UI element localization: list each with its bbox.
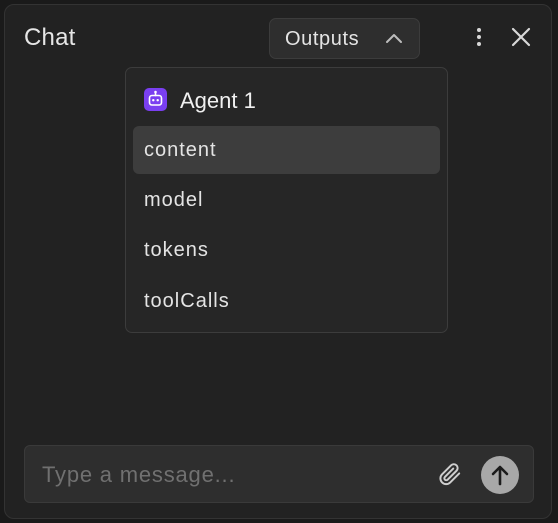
outputs-label: Outputs xyxy=(285,28,360,50)
send-button[interactable] xyxy=(481,456,519,494)
close-icon[interactable] xyxy=(509,25,533,49)
agent-name: Agent 1 xyxy=(180,88,256,113)
chat-panel: Chat Outputs Agent 1 content model token… xyxy=(4,4,552,519)
option-label: content xyxy=(144,139,217,161)
option-content[interactable]: content xyxy=(133,126,440,174)
outputs-dropdown-button[interactable]: Outputs xyxy=(269,18,420,59)
message-composer xyxy=(24,445,534,504)
option-toolcalls[interactable]: toolCalls xyxy=(133,277,440,325)
option-label: model xyxy=(144,189,204,211)
paperclip-icon[interactable] xyxy=(437,461,463,487)
chat-title: Chat xyxy=(24,24,76,51)
robot-icon xyxy=(144,88,167,111)
chevron-up-icon xyxy=(386,34,402,43)
option-model[interactable]: model xyxy=(133,176,440,224)
message-input[interactable] xyxy=(40,446,424,504)
option-tokens[interactable]: tokens xyxy=(133,226,440,274)
more-vertical-icon[interactable] xyxy=(467,25,491,49)
outputs-dropdown-menu: Agent 1 content model tokens toolCalls xyxy=(125,67,448,333)
arrow-up-icon xyxy=(491,465,509,486)
option-label: tokens xyxy=(144,239,209,261)
option-label: toolCalls xyxy=(144,290,230,312)
